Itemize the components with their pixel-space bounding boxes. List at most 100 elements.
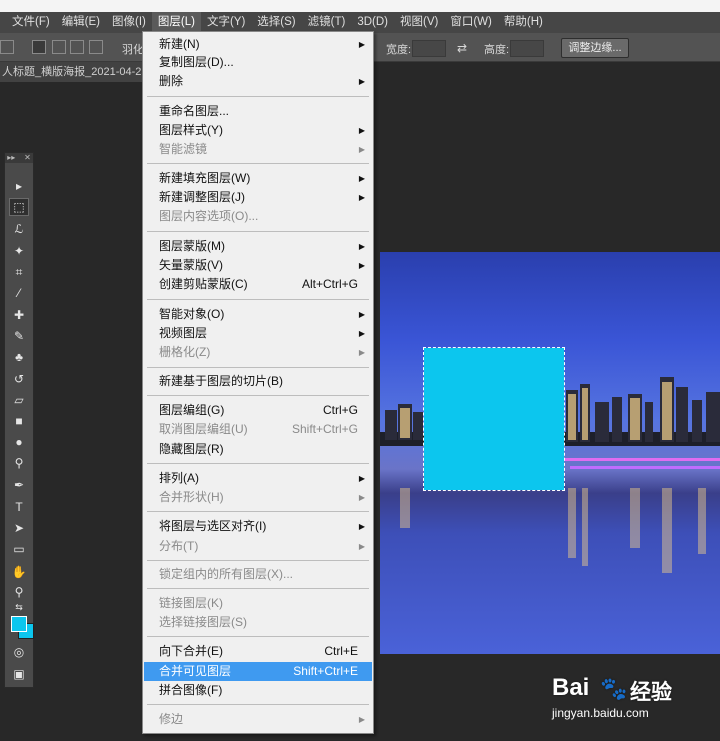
menu-item-lock-all-layers-label: 锁定组内的所有图层(X)... [159, 567, 293, 581]
gradient-tool-icon[interactable]: ■ [9, 412, 29, 430]
submenu-arrow-icon: ▶ [358, 77, 365, 86]
menu-item-hide-layers[interactable]: 隐藏图层(R) [144, 440, 372, 459]
submenu-arrow-icon: ▶ [358, 542, 365, 551]
move-tool-icon[interactable]: ▸ [9, 177, 29, 195]
menu-item-video-layers[interactable]: 视频图层 ▶ [144, 324, 372, 343]
marquee-tool-icon[interactable]: ⬚ [9, 198, 29, 216]
path-select-icon[interactable]: ➤ [9, 519, 29, 537]
menu-separator [147, 704, 369, 705]
menu-separator [147, 560, 369, 561]
menu-item-link-layers[interactable]: 链接图层(K) [144, 594, 372, 613]
menu-item-new[interactable]: 新建(N) ▶ [144, 35, 372, 54]
menu-item-smart-filter[interactable]: 智能滤镜 ▶ [144, 140, 372, 159]
dodge-tool-icon[interactable]: ⚲ [9, 454, 29, 472]
menu-item-merge-down[interactable]: 向下合并(E) Ctrl+E [144, 642, 372, 661]
menu-item-merge-visible[interactable]: 合并可见图层 Shift+Ctrl+E [144, 662, 372, 681]
rectangle-tool-icon[interactable]: ▭ [9, 540, 29, 558]
menu-item-select-linked[interactable]: 选择链接图层(S) [144, 613, 372, 632]
menu-item-lock-all-layers[interactable]: 锁定组内的所有图层(X)... [144, 565, 372, 584]
menu-item-combine-shapes[interactable]: 合并形状(H) ▶ [144, 488, 372, 507]
shortcut-label: Ctrl+G [322, 403, 358, 417]
menu-item-duplicate[interactable]: 复制图层(D)... [144, 53, 372, 72]
menu-item-smart-object[interactable]: 智能对象(O) ▶ [144, 305, 372, 324]
refine-edge-button[interactable]: 调整边缘... [561, 38, 629, 58]
screen-mode-icon[interactable]: ▣ [9, 665, 29, 683]
menu-window[interactable]: 窗口(W) [444, 12, 498, 33]
submenu-arrow-icon: ▶ [358, 174, 365, 183]
menu-item-matting[interactable]: 修边 ▶ [144, 710, 372, 729]
quick-mask-icon[interactable]: ◎ [9, 643, 29, 661]
menu-item-group-layers[interactable]: 图层编组(G) Ctrl+G [144, 401, 372, 420]
new-selection-icon[interactable] [32, 40, 46, 54]
menu-item-select-linked-label: 选择链接图层(S) [159, 615, 247, 629]
blur-tool-icon[interactable]: ● [9, 433, 29, 451]
menu-type[interactable]: 文字(Y) [201, 12, 251, 33]
menu-layer[interactable]: 图层(L) [151, 12, 201, 33]
tool-preset-icon[interactable] [0, 40, 14, 54]
type-tool-icon[interactable]: T [9, 498, 29, 516]
menu-image[interactable]: 图像(I) [106, 12, 152, 33]
menu-help[interactable]: 帮助(H) [498, 12, 549, 33]
menu-item-ungroup-layers-label: 取消图层编组(U) [159, 422, 248, 436]
menu-item-delete[interactable]: 删除 ▶ [144, 72, 372, 91]
menu-separator [147, 96, 369, 97]
width-field[interactable] [412, 40, 446, 57]
pen-tool-icon[interactable]: ✒ [9, 476, 29, 494]
clone-stamp-icon[interactable]: ♣ [9, 348, 29, 366]
menu-item-create-clipping-mask[interactable]: 创建剪贴蒙版(C) Alt+Ctrl+G [144, 275, 372, 294]
eyedropper-icon[interactable]: ⁄ [9, 284, 29, 302]
brush-tool-icon[interactable]: ✎ [9, 327, 29, 345]
shortcut-label: Alt+Ctrl+G [301, 277, 358, 291]
menu-3d[interactable]: 3D(D) [351, 12, 394, 33]
foreground-color-swatch[interactable] [11, 616, 27, 632]
menu-view[interactable]: 视图(V) [394, 12, 444, 33]
healing-brush-icon[interactable]: ✚ [9, 306, 29, 324]
menu-filter[interactable]: 滤镜(T) [302, 12, 352, 33]
submenu-arrow-icon: ▶ [358, 242, 365, 251]
menu-item-distribute-label: 分布(T) [159, 539, 199, 553]
swap-colors-icon[interactable]: ⇆ [9, 601, 29, 613]
menu-item-rename[interactable]: 重命名图层... [144, 102, 372, 121]
subtract-selection-icon[interactable] [70, 40, 84, 54]
submenu-arrow-icon: ▶ [358, 193, 365, 202]
eraser-icon[interactable]: ▱ [9, 391, 29, 409]
menu-item-new-layer-based-slice[interactable]: 新建基于图层的切片(B) [144, 372, 372, 391]
history-brush-icon[interactable]: ↺ [9, 370, 29, 388]
submenu-arrow-icon: ▶ [358, 310, 365, 319]
menu-item-ungroup-layers[interactable]: 取消图层编组(U) Shift+Ctrl+G [144, 420, 372, 439]
menu-separator [147, 588, 369, 589]
zoom-tool-icon[interactable]: ⚲ [9, 583, 29, 601]
magic-wand-icon[interactable]: ✦ [9, 242, 29, 260]
feather-label: 羽化 [122, 44, 144, 56]
lasso-tool-icon[interactable]: ℒ [9, 220, 29, 238]
menu-item-distribute[interactable]: 分布(T) ▶ [144, 537, 372, 556]
menu-item-layer-style[interactable]: 图层样式(Y) ▶ [144, 121, 372, 140]
menu-item-arrange[interactable]: 排列(A) ▶ [144, 469, 372, 488]
menu-item-rasterize[interactable]: 栅格化(Z) ▶ [144, 343, 372, 362]
height-field[interactable] [510, 40, 544, 57]
menu-item-new-fill-layer[interactable]: 新建填充图层(W) ▶ [144, 169, 372, 188]
selected-cyan-square[interactable] [423, 347, 565, 491]
intersect-selection-icon[interactable] [89, 40, 103, 54]
add-to-selection-icon[interactable] [52, 40, 66, 54]
menu-separator [147, 163, 369, 164]
menu-item-vector-mask[interactable]: 矢量蒙版(V) ▶ [144, 256, 372, 275]
menu-item-align-to-selection[interactable]: 将图层与选区对齐(I) ▶ [144, 517, 372, 536]
menu-item-layer-content-options[interactable]: 图层内容选项(O)... [144, 207, 372, 226]
watermark-logo-text-2: 经验 [630, 681, 672, 704]
document-tab[interactable]: 人标题_横版海报_2021-04-25-0 [0, 62, 144, 82]
menu-item-layer-mask[interactable]: 图层蒙版(M) ▶ [144, 237, 372, 256]
menu-item-flatten-image[interactable]: 拼合图像(F) [144, 681, 372, 700]
menu-item-new-adjustment-layer[interactable]: 新建调整图层(J) ▶ [144, 188, 372, 207]
hand-tool-icon[interactable]: ✋ [9, 563, 29, 581]
swap-icon[interactable]: ⇄ [457, 41, 467, 55]
submenu-arrow-icon: ▶ [358, 40, 365, 49]
menu-select[interactable]: 选择(S) [251, 12, 301, 33]
tools-panel-header[interactable]: ▸▸ ✕ [5, 153, 33, 163]
menu-item-new-adjustment-layer-label: 新建调整图层(J) [159, 190, 245, 204]
menu-file[interactable]: 文件(F) [6, 12, 56, 33]
crop-tool-icon[interactable]: ⌗ [9, 263, 29, 281]
menu-edit[interactable]: 编辑(E) [56, 12, 106, 33]
shortcut-label: Shift+Ctrl+G [291, 422, 358, 436]
menu-item-group-layers-label: 图层编组(G) [159, 403, 225, 417]
